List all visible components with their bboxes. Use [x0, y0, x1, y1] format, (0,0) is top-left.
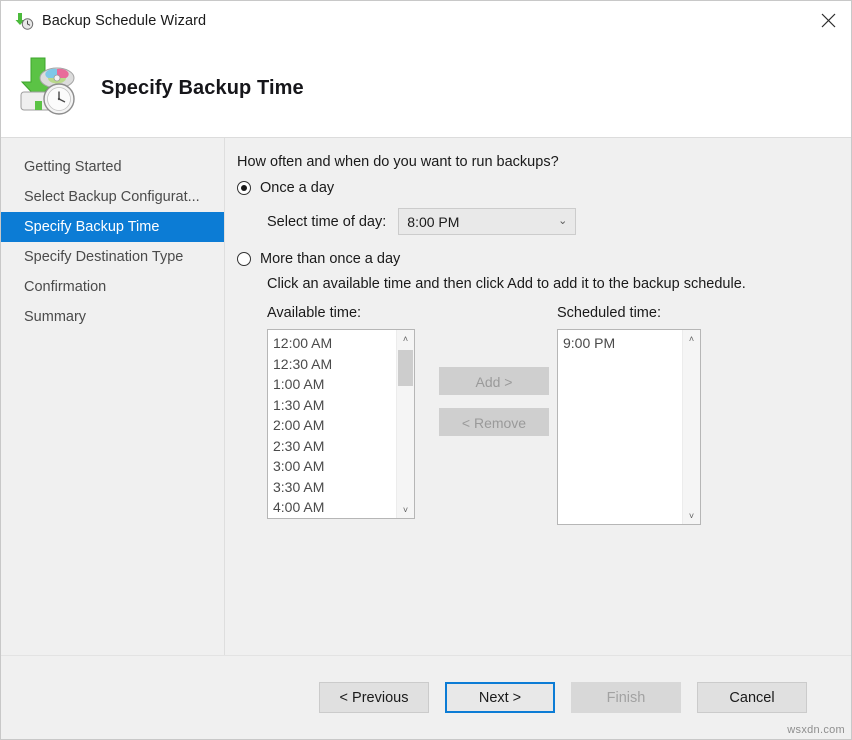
- transfer-buttons: Add > < Remove: [439, 367, 549, 436]
- window-title: Backup Schedule Wizard: [42, 13, 206, 29]
- time-of-day-value: 8:00 PM: [407, 214, 558, 230]
- finish-button[interactable]: Finish: [571, 682, 681, 713]
- radio-once-a-day-label: Once a day: [260, 180, 334, 196]
- backup-clock-icon: [14, 11, 34, 31]
- available-time-listbox[interactable]: 12:00 AM 12:30 AM 1:00 AM 1:30 AM 2:00 A…: [267, 329, 415, 519]
- scrollbar-thumb[interactable]: [398, 350, 413, 386]
- radio-more-than-once-a-day-indicator[interactable]: [237, 252, 251, 266]
- scroll-up-icon[interactable]: ˄: [397, 330, 414, 347]
- scroll-down-icon[interactable]: ˅: [683, 507, 700, 524]
- scroll-up-icon[interactable]: ˄: [683, 330, 700, 347]
- add-time-hint: Click an available time and then click A…: [267, 276, 851, 292]
- list-item[interactable]: 2:00 AM: [273, 415, 396, 436]
- wizard-step-nav: Getting Started Select Backup Configurat…: [1, 138, 225, 655]
- list-item[interactable]: 9:00 PM: [563, 333, 682, 354]
- wizard-content: How often and when do you want to run ba…: [225, 138, 851, 655]
- sidebar-item-getting-started[interactable]: Getting Started: [1, 152, 224, 182]
- scheduled-time-scrollbar[interactable]: ˄ ˅: [682, 330, 700, 524]
- page-title: Specify Backup Time: [101, 77, 304, 100]
- list-item[interactable]: 3:00 AM: [273, 456, 396, 477]
- backup-schedule-wizard-window: Backup Schedule Wizard: [0, 0, 852, 740]
- list-item[interactable]: 12:30 AM: [273, 354, 396, 375]
- list-item[interactable]: 12:00 AM: [273, 333, 396, 354]
- remove-button[interactable]: < Remove: [439, 408, 549, 436]
- list-item[interactable]: 1:00 AM: [273, 374, 396, 395]
- sidebar-item-select-backup-configuration[interactable]: Select Backup Configurat...: [1, 182, 224, 212]
- titlebar: Backup Schedule Wizard: [1, 1, 851, 40]
- time-of-day-label: Select time of day:: [267, 214, 386, 230]
- previous-button[interactable]: < Previous: [319, 682, 429, 713]
- available-time-items[interactable]: 12:00 AM 12:30 AM 1:00 AM 1:30 AM 2:00 A…: [268, 330, 396, 518]
- sidebar-item-specify-backup-time[interactable]: Specify Backup Time: [1, 212, 224, 242]
- cancel-button[interactable]: Cancel: [697, 682, 807, 713]
- sidebar-item-confirmation[interactable]: Confirmation: [1, 272, 224, 302]
- scheduled-time-listbox[interactable]: 9:00 PM ˄ ˅: [557, 329, 701, 525]
- list-item[interactable]: 3:30 AM: [273, 477, 396, 498]
- radio-once-a-day[interactable]: Once a day: [237, 180, 851, 196]
- sidebar-item-summary[interactable]: Summary: [1, 302, 224, 332]
- radio-more-than-once-a-day-label: More than once a day: [260, 251, 400, 267]
- add-button[interactable]: Add >: [439, 367, 549, 395]
- scheduled-time-label: Scheduled time:: [557, 305, 661, 321]
- available-time-scrollbar[interactable]: ˄ ˅: [396, 330, 414, 518]
- frequency-prompt: How often and when do you want to run ba…: [237, 154, 851, 170]
- list-item[interactable]: 1:30 AM: [273, 395, 396, 416]
- next-button[interactable]: Next >: [445, 682, 555, 713]
- list-item[interactable]: 4:00 AM: [273, 497, 396, 518]
- time-of-day-row: Select time of day: 8:00 PM ⌄: [267, 208, 851, 235]
- close-icon[interactable]: [805, 1, 851, 40]
- wizard-footer: < Previous Next > Finish Cancel: [1, 655, 851, 739]
- list-item[interactable]: 2:30 AM: [273, 436, 396, 457]
- watermark: wsxdn.com: [787, 724, 845, 736]
- page-header: Specify Backup Time: [1, 40, 851, 138]
- sidebar-item-specify-destination-type[interactable]: Specify Destination Type: [1, 242, 224, 272]
- radio-more-than-once-a-day[interactable]: More than once a day: [237, 251, 851, 267]
- radio-once-a-day-indicator[interactable]: [237, 181, 251, 195]
- chevron-down-icon: ⌄: [558, 216, 567, 227]
- wizard-body: Getting Started Select Backup Configurat…: [1, 138, 851, 655]
- available-time-label: Available time:: [267, 305, 361, 321]
- backup-disk-clock-icon: [13, 56, 83, 122]
- scroll-down-icon[interactable]: ˅: [397, 501, 414, 518]
- time-selection-area: Available time: Scheduled time: 12:00 AM…: [267, 305, 719, 535]
- scheduled-time-items[interactable]: 9:00 PM: [558, 330, 682, 524]
- time-of-day-select[interactable]: 8:00 PM ⌄: [398, 208, 576, 235]
